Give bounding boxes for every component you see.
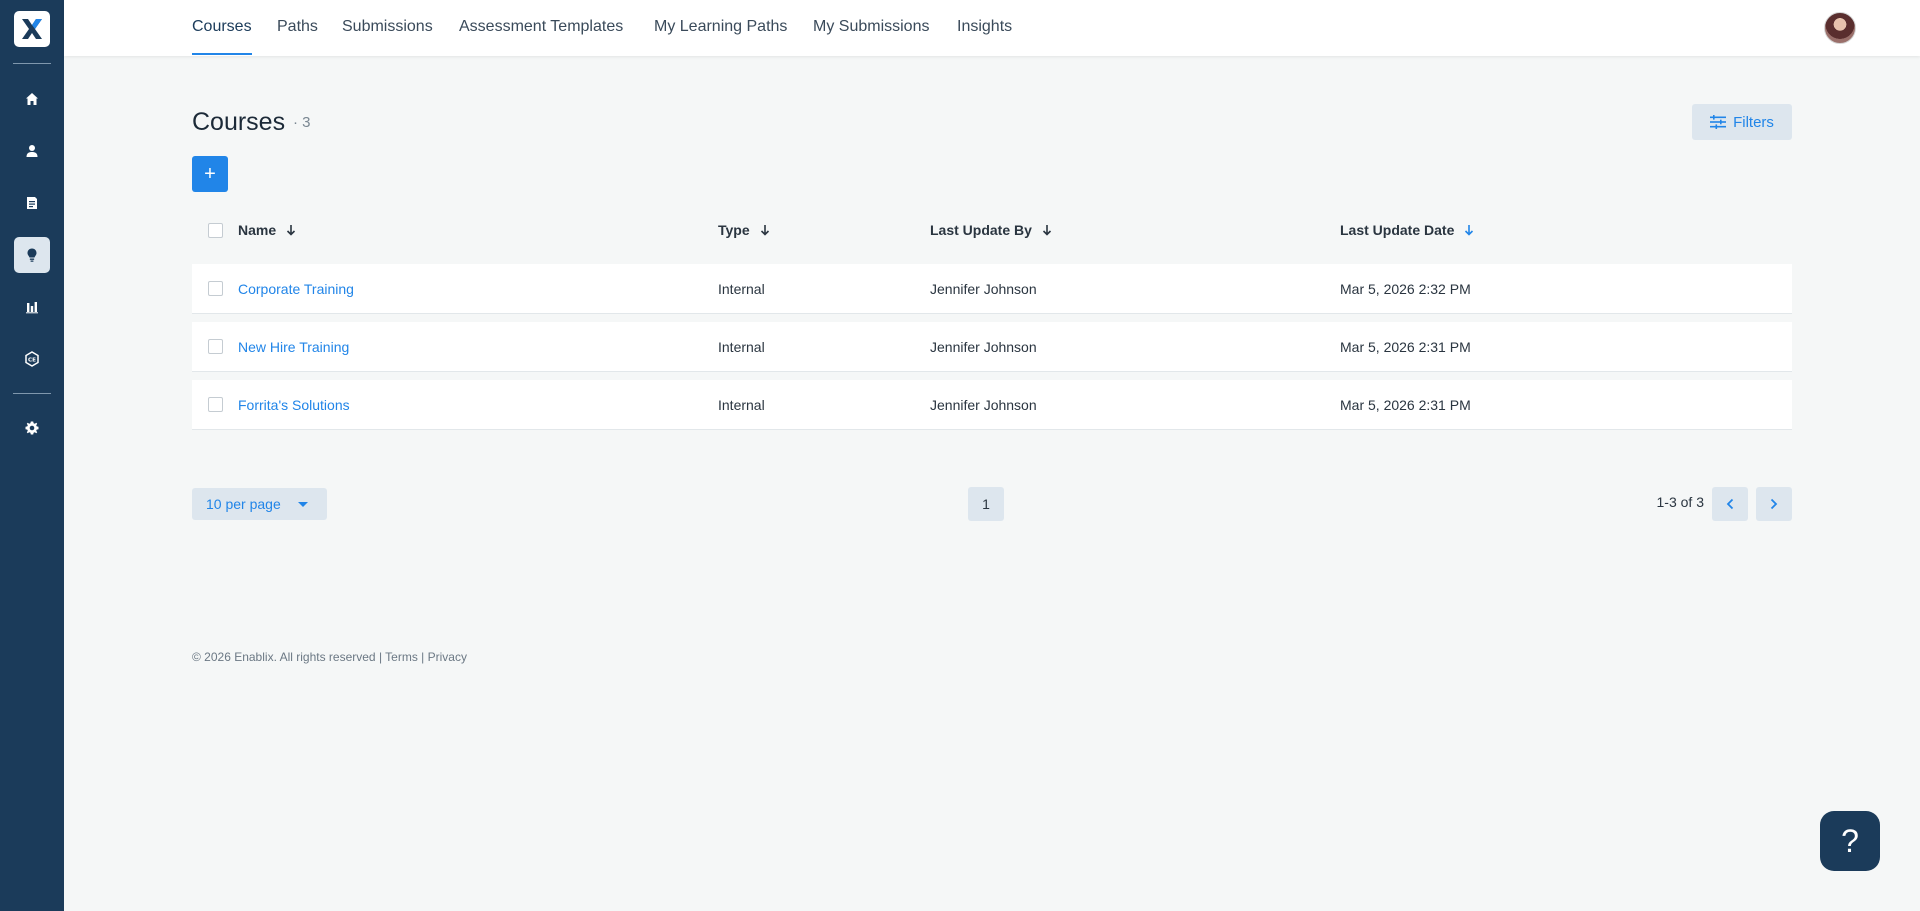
lightbulb-icon: [27, 248, 37, 262]
tab-insights[interactable]: Insights: [957, 0, 1012, 55]
next-page-button[interactable]: [1756, 487, 1792, 521]
sidebar: CE: [0, 0, 64, 911]
enablix-x-logo-icon: [22, 19, 42, 39]
sort-arrow-down-active-icon: [1465, 225, 1474, 236]
column-header-last-update-date[interactable]: Last Update Date: [1340, 222, 1474, 238]
per-page-label: 10 per page: [206, 496, 281, 512]
column-header-label: Name: [238, 222, 277, 238]
pagination-range: 1-3 of 3: [1656, 494, 1704, 510]
column-header-label: Last Update Date: [1340, 222, 1455, 238]
page-count: · 3: [293, 114, 311, 131]
course-updated-date: Mar 5, 2026 2:31 PM: [1340, 397, 1471, 413]
person-icon: [26, 145, 38, 157]
ce-badge-icon: CE: [25, 351, 39, 367]
footer-terms-link[interactable]: Terms: [385, 650, 418, 664]
sidebar-item-ce[interactable]: CE: [14, 341, 50, 377]
table-row[interactable]: New Hire Training Internal Jennifer John…: [192, 322, 1792, 372]
sidebar-item-users[interactable]: [14, 133, 50, 169]
help-button[interactable]: ?: [1820, 811, 1880, 871]
sidebar-item-home[interactable]: [14, 81, 50, 117]
sidebar-divider: [13, 63, 51, 64]
page-number-button[interactable]: 1: [968, 487, 1004, 521]
course-name-link[interactable]: New Hire Training: [238, 322, 349, 372]
sliders-icon: [1710, 115, 1727, 129]
sidebar-item-content[interactable]: [14, 185, 50, 221]
user-avatar[interactable]: [1824, 12, 1856, 44]
sidebar-item-settings[interactable]: [14, 410, 50, 446]
footer-privacy-link[interactable]: Privacy: [428, 650, 467, 664]
top-nav: Courses Paths Submissions Assessment Tem…: [64, 0, 1920, 56]
sort-arrow-down-icon: [287, 225, 296, 236]
course-updated-date: Mar 5, 2026 2:32 PM: [1340, 281, 1471, 297]
course-type: Internal: [718, 397, 765, 413]
footer-copyright: © 2026 Enablix. All rights reserved |: [192, 650, 386, 664]
footer: © 2026 Enablix. All rights reserved | Te…: [192, 650, 467, 664]
column-header-label: Type: [718, 222, 750, 238]
course-updated-by: Jennifer Johnson: [930, 339, 1037, 355]
tab-my-learning-paths[interactable]: My Learning Paths: [654, 0, 787, 55]
course-updated-by: Jennifer Johnson: [930, 281, 1037, 297]
column-header-last-update-by[interactable]: Last Update By: [930, 222, 1052, 238]
table-row[interactable]: Forrita's Solutions Internal Jennifer Jo…: [192, 380, 1792, 430]
tab-courses[interactable]: Courses: [192, 0, 252, 55]
course-type: Internal: [718, 339, 765, 355]
footer-separator: |: [417, 650, 428, 664]
course-name-link[interactable]: Corporate Training: [238, 264, 354, 314]
sidebar-divider: [13, 393, 51, 394]
row-checkbox[interactable]: [208, 339, 223, 354]
row-checkbox[interactable]: [208, 397, 223, 412]
sort-arrow-down-icon: [760, 225, 769, 236]
bar-chart-icon: [26, 302, 38, 314]
row-checkbox[interactable]: [208, 281, 223, 296]
tab-assessment-templates[interactable]: Assessment Templates: [459, 0, 623, 55]
sort-arrow-down-icon: [1042, 225, 1051, 236]
chevron-left-icon: [1726, 498, 1734, 510]
home-icon: [26, 93, 38, 105]
course-name-link[interactable]: Forrita's Solutions: [238, 380, 350, 430]
column-header-type[interactable]: Type: [718, 222, 770, 238]
course-updated-date: Mar 5, 2026 2:31 PM: [1340, 339, 1471, 355]
course-type: Internal: [718, 281, 765, 297]
table-row[interactable]: Corporate Training Internal Jennifer Joh…: [192, 264, 1792, 314]
page-title: Courses: [192, 108, 286, 136]
filters-label: Filters: [1733, 113, 1774, 131]
enablix-logo[interactable]: [14, 11, 50, 47]
gear-icon: [25, 421, 39, 435]
chevron-right-icon: [1770, 498, 1778, 510]
tab-my-submissions[interactable]: My Submissions: [813, 0, 929, 55]
tab-paths[interactable]: Paths: [277, 0, 318, 55]
column-header-name[interactable]: Name: [238, 222, 296, 238]
per-page-select[interactable]: 10 per page: [192, 488, 327, 520]
tab-submissions[interactable]: Submissions: [342, 0, 433, 55]
sidebar-item-learning[interactable]: [14, 237, 50, 273]
column-header-label: Last Update By: [930, 222, 1032, 238]
previous-page-button[interactable]: [1712, 487, 1748, 521]
course-updated-by: Jennifer Johnson: [930, 397, 1037, 413]
sidebar-item-insights[interactable]: [14, 289, 50, 325]
caret-down-icon: [298, 502, 308, 507]
svg-text:CE: CE: [28, 358, 36, 364]
filters-button[interactable]: Filters: [1692, 104, 1792, 140]
select-all-checkbox[interactable]: [208, 223, 223, 238]
add-course-button[interactable]: +: [192, 156, 228, 192]
document-icon: [27, 197, 37, 209]
